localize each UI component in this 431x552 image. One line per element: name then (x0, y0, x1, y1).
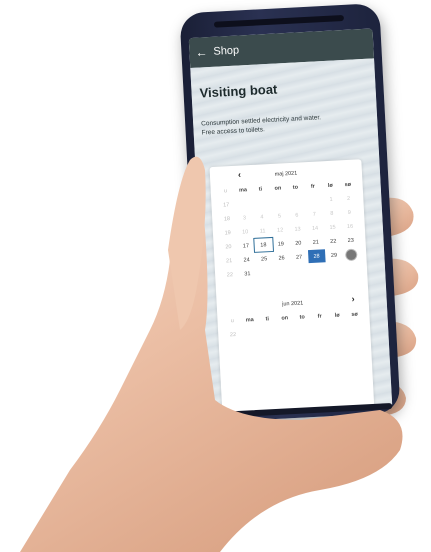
day-cell[interactable]: 16 (341, 219, 359, 233)
day-cell[interactable]: 13 (289, 222, 307, 236)
day-cell (256, 266, 274, 280)
week-number-header: u (230, 317, 234, 324)
day-cell[interactable]: 17 (237, 239, 255, 253)
weekday-header: to (292, 184, 299, 191)
page-content: Visiting boat Consumption settled electr… (190, 58, 392, 418)
weekday-header: lø (334, 312, 340, 319)
week-number: 20 (225, 243, 232, 250)
weekday-header: ma (245, 316, 254, 323)
weekday-header: ti (265, 315, 270, 322)
day-cell[interactable]: 18 (253, 236, 274, 253)
day-cell[interactable]: 12 (271, 223, 289, 237)
day-cell[interactable]: 19 (272, 237, 290, 251)
weekday-header: sø (351, 311, 358, 318)
day-cell (308, 263, 326, 277)
calendar-grid: u ma ti on to fr lø sø 17 1 2 18 3 4 5 6 7 8 9 19 10 11 12 13 14… (210, 177, 367, 282)
day-cell[interactable]: 20 (289, 236, 307, 250)
day-cell[interactable]: 5 (270, 209, 288, 223)
chevron-left-icon[interactable]: ‹ (238, 170, 242, 180)
day-cell (343, 261, 361, 275)
week-number-header: u (223, 187, 228, 194)
weekday-header: ti (258, 185, 263, 193)
page-description: Consumption settled electricity and wate… (201, 112, 350, 138)
day-cell[interactable]: 7 (305, 207, 323, 221)
weekday-header: ma (238, 186, 248, 194)
day-cell (287, 194, 305, 208)
weekday-header: on (281, 314, 289, 322)
day-cell[interactable]: 10 (236, 225, 254, 239)
weekday-header: lø (327, 182, 333, 189)
phone-screen: ← Shop Visiting boat Consumption settled… (188, 28, 393, 418)
week-number: 18 (223, 215, 231, 222)
arrow-left-icon[interactable]: ← (195, 45, 208, 60)
calendar-may: ‹ maj 2021 u ma ti on to fr lø sø 17 1 2 18 3 4 5 6 7 8 9 1… (210, 163, 368, 282)
day-cell[interactable]: 8 (323, 206, 341, 220)
marked-day-circle (345, 248, 358, 261)
day-cell (291, 264, 309, 278)
app-bar-title: Shop (213, 44, 240, 58)
day-cell[interactable]: 4 (253, 210, 271, 224)
week-number: 21 (225, 257, 233, 264)
day-cell[interactable]: 28 (307, 249, 326, 264)
day-cell (305, 193, 323, 207)
weekday-header: fr (310, 183, 316, 190)
day-cell[interactable]: 9 (340, 205, 358, 219)
day-cell[interactable]: 21 (307, 235, 325, 249)
day-cell[interactable]: 24 (238, 253, 256, 267)
day-cell[interactable]: 1 (322, 192, 340, 206)
page-title: Visiting boat (199, 81, 278, 101)
calendar-june: jun 2021 › u ma ti on to fr lø sø 22 (217, 293, 371, 342)
weekday-header: to (299, 313, 305, 321)
day-cell (273, 265, 291, 279)
day-cell[interactable]: 27 (290, 250, 308, 264)
chevron-right-icon[interactable]: › (351, 294, 355, 304)
calendar-card: ‹ maj 2021 u ma ti on to fr lø sø 17 1 2 18 3 4 5 6 7 8 9 1… (209, 159, 376, 418)
day-cell[interactable]: 11 (254, 224, 272, 238)
week-number: 22 (226, 271, 234, 278)
day-cell[interactable] (342, 247, 360, 261)
day-cell (270, 195, 288, 209)
phone: ← Shop Visiting boat Consumption settled… (179, 3, 401, 423)
day-cell[interactable]: 22 (324, 234, 342, 248)
day-cell[interactable]: 31 (238, 267, 256, 281)
day-cell[interactable]: 2 (339, 191, 357, 205)
day-cell (235, 197, 253, 211)
day-cell[interactable]: 6 (288, 208, 306, 222)
week-number: 17 (223, 201, 230, 208)
day-cell[interactable]: 26 (273, 251, 291, 265)
day-cell[interactable]: 29 (325, 248, 343, 262)
week-number: 22 (229, 331, 237, 338)
day-cell (252, 196, 270, 210)
weekday-header: on (274, 184, 282, 192)
day-cell[interactable]: 25 (255, 252, 273, 266)
day-cell[interactable]: 3 (235, 211, 253, 225)
week-number: 19 (224, 229, 231, 236)
scene: ← Shop Visiting boat Consumption settled… (0, 0, 431, 552)
day-cell[interactable]: 15 (323, 220, 341, 234)
month-label: jun 2021 (282, 300, 304, 308)
day-cell (326, 262, 344, 276)
day-cell[interactable]: 23 (342, 233, 360, 247)
day-cell[interactable]: 14 (306, 221, 324, 235)
weekday-header: fr (317, 312, 322, 320)
weekday-header: sø (344, 181, 352, 188)
month-label: maj 2021 (274, 170, 298, 178)
